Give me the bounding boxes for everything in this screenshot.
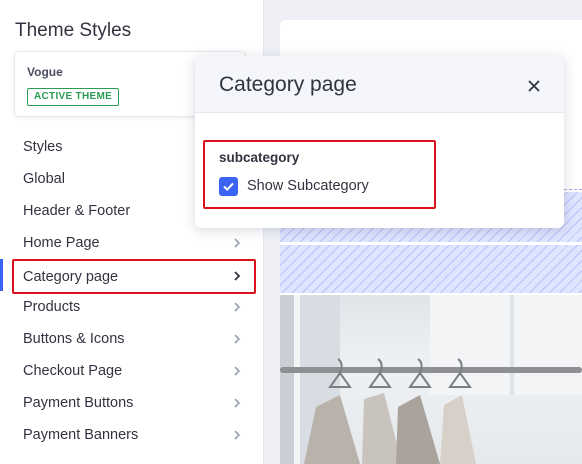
sidebar-item-payment-banners[interactable]: Payment Banners: [12, 420, 256, 450]
theme-name: Vogue: [27, 65, 63, 79]
sidebar-item-products[interactable]: Products: [12, 292, 256, 322]
close-icon: [528, 80, 540, 92]
sidebar-item-checkout-page[interactable]: Checkout Page: [12, 356, 256, 386]
chevron-right-icon: [234, 430, 241, 440]
sidebar-item-label: Payment Buttons: [23, 395, 134, 411]
chevron-right-icon: [234, 271, 241, 281]
sidebar-item-label: Home Page: [23, 235, 100, 251]
active-indicator: [0, 259, 3, 291]
section-title: subcategory: [219, 150, 300, 165]
sidebar-item-payment-buttons[interactable]: Payment Buttons: [12, 388, 256, 418]
sidebar-title: Theme Styles: [15, 20, 132, 41]
sidebar-item-label: Products: [23, 299, 81, 315]
placeholder-section[interactable]: [280, 245, 582, 293]
chevron-right-icon: [234, 366, 241, 376]
checkbox-label[interactable]: Show Subcategory: [247, 178, 369, 194]
chevron-right-icon: [234, 238, 241, 248]
close-button[interactable]: [522, 74, 546, 98]
chevron-right-icon: [234, 302, 241, 312]
clothing-rack-image: [280, 295, 582, 464]
sidebar-item-buttons-icons[interactable]: Buttons & Icons: [12, 324, 256, 354]
active-theme-badge: ACTIVE THEME: [27, 88, 120, 106]
sidebar-item-label: Styles: [23, 139, 63, 155]
sidebar-item-label: Category page: [23, 268, 119, 285]
chevron-right-icon: [234, 398, 241, 408]
chevron-right-icon: [234, 334, 241, 344]
clothing-rack-illustration: [280, 295, 582, 464]
sidebar-item-label: Buttons & Icons: [23, 331, 125, 347]
sidebar-item-label: Global: [23, 171, 65, 187]
category-page-popover: Category page subcategory Show Subcatego…: [195, 56, 564, 228]
sidebar-item-label: Checkout Page: [23, 363, 123, 379]
checkmark-icon: [223, 182, 234, 192]
show-subcategory-checkbox[interactable]: [219, 177, 238, 196]
sidebar-item-label: Header & Footer: [23, 203, 131, 219]
sidebar-item-label: Payment Banners: [23, 427, 139, 443]
sidebar-item-category-page[interactable]: Category page: [12, 259, 256, 294]
popover-title: Category page: [219, 73, 357, 96]
sidebar-item-home-page[interactable]: Home Page: [12, 228, 256, 258]
popover-header: Category page: [195, 56, 564, 113]
